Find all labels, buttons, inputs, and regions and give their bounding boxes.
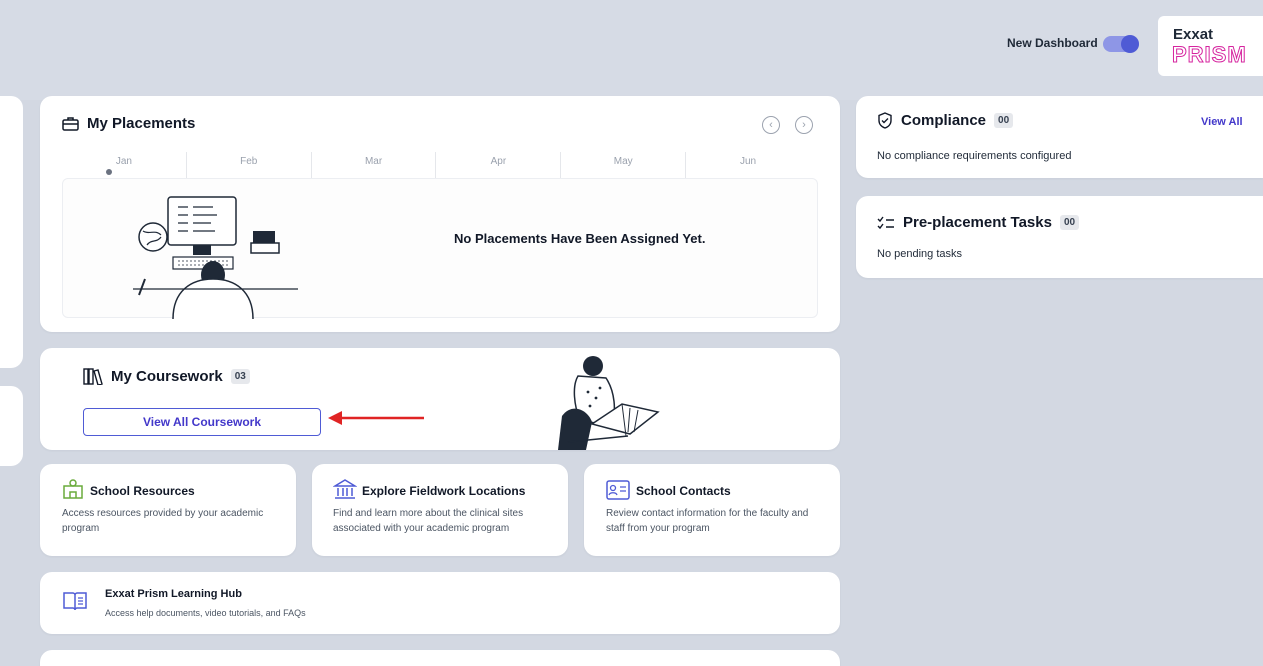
- chevron-right-icon[interactable]: ›: [795, 116, 813, 134]
- left-panel-stub-2: [0, 386, 23, 466]
- explore-fieldwork-desc: Find and learn more about the clinical s…: [333, 508, 524, 534]
- chevron-left-icon[interactable]: ‹: [762, 116, 780, 134]
- compliance-title: Compliance 00: [877, 112, 1014, 129]
- compliance-message: No compliance requirements configured: [877, 150, 1072, 162]
- pre-placement-title: Pre-placement Tasks 00: [877, 214, 1080, 231]
- contact-card-icon: [606, 480, 630, 500]
- pre-placement-label: Pre-placement Tasks: [903, 214, 1052, 231]
- new-dashboard-label: New Dashboard: [1007, 36, 1098, 50]
- school-contacts-title: School Contacts: [636, 484, 731, 498]
- student-at-computer-illustration: [133, 196, 298, 319]
- new-dashboard-toggle[interactable]: [1103, 35, 1139, 53]
- pre-placement-count-badge: 00: [1059, 215, 1080, 230]
- my-coursework-title: My Coursework 03: [83, 368, 250, 385]
- my-placements-label: My Placements: [87, 115, 196, 132]
- institution-icon: [333, 479, 357, 499]
- learning-hub-desc: Access help documents, video tutorials, …: [105, 608, 306, 618]
- month-label: Feb: [185, 152, 311, 178]
- checklist-icon: [877, 216, 894, 229]
- school-contacts-desc: Review contact information for the facul…: [606, 508, 809, 534]
- placements-empty-area: [62, 178, 818, 319]
- explore-fieldwork-title: Explore Fieldwork Locations: [362, 484, 526, 498]
- compliance-view-all-link[interactable]: View All: [1201, 116, 1243, 128]
- pre-placement-message: No pending tasks: [877, 248, 962, 260]
- toggle-knob: [1121, 35, 1139, 53]
- compliance-label: Compliance: [901, 112, 987, 129]
- pre-placement-tasks-card: [856, 196, 1263, 278]
- logo-prism-text: PRISM: [1172, 42, 1247, 68]
- building-blocks-icon: [63, 479, 83, 499]
- annotation-arrow: [328, 411, 424, 425]
- timeline-months: Jan Feb Mar Apr May Jun: [62, 152, 810, 178]
- school-resources-title: School Resources: [90, 484, 195, 498]
- open-book-icon: [63, 592, 87, 611]
- month-label: Mar: [310, 152, 436, 178]
- reading-student-illustration: [558, 356, 660, 450]
- learning-hub-title: Exxat Prism Learning Hub: [105, 588, 242, 600]
- top-bar-background: [0, 0, 1263, 100]
- next-card-partial: [40, 650, 840, 666]
- school-resources-desc: Access resources provided by your academ…: [62, 508, 264, 534]
- learning-hub-card[interactable]: [40, 572, 840, 634]
- timeline-today-marker: [106, 169, 112, 175]
- month-label: Jun: [685, 152, 810, 178]
- month-label: Jan: [115, 156, 132, 167]
- left-panel-stub: [0, 96, 23, 368]
- books-icon: [83, 368, 103, 385]
- compliance-card: [856, 96, 1263, 178]
- my-coursework-label: My Coursework: [111, 368, 223, 385]
- coursework-count-badge: 03: [230, 369, 250, 384]
- no-placements-message: No Placements Have Been Assigned Yet.: [454, 231, 706, 246]
- month-label: Apr: [435, 152, 560, 178]
- exxat-prism-logo: Exxat PRISM: [1158, 16, 1263, 76]
- briefcase-icon: [62, 117, 79, 131]
- logo-exxat-text: Exxat: [1173, 26, 1214, 43]
- compliance-count-badge: 00: [994, 113, 1014, 128]
- my-placements-title: My Placements: [62, 115, 195, 132]
- month-label: May: [560, 152, 685, 178]
- view-all-coursework-button[interactable]: View All Coursework: [83, 408, 321, 436]
- shield-check-icon: [878, 112, 892, 129]
